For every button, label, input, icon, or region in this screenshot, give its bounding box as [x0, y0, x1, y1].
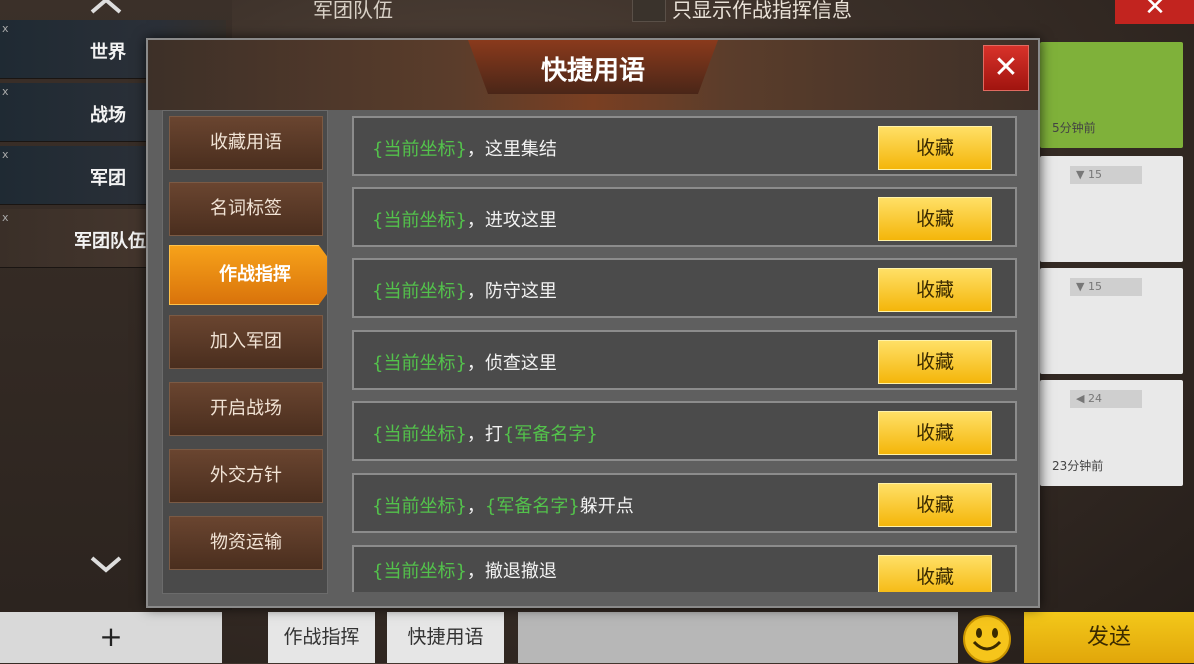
phrase-row[interactable]: {当前坐标}，进攻这里 收藏: [352, 187, 1017, 247]
phrase-text: {当前坐标}，这里集结: [372, 139, 557, 160]
message-badge: ▼ 15: [1070, 166, 1142, 184]
close-icon[interactable]: ✕: [1115, 0, 1194, 24]
message-card[interactable]: ▼ 15: [1040, 268, 1183, 374]
chevron-up-icon[interactable]: [86, 0, 126, 18]
phrase-row[interactable]: {当前坐标}，打{军备名字} 收藏: [352, 401, 1017, 461]
chat-input[interactable]: [518, 612, 958, 663]
dialog-header: 快捷用语 ✕: [148, 40, 1038, 110]
favorite-button[interactable]: 收藏: [878, 268, 992, 312]
message-card[interactable]: ◀ 24 23分钟前: [1040, 380, 1183, 486]
phrase-row[interactable]: {当前坐标}，{军备名字}躲开点 收藏: [352, 473, 1017, 533]
favorite-button[interactable]: 收藏: [878, 483, 992, 527]
message-time: 23分钟前: [1052, 459, 1104, 473]
send-button[interactable]: 发送: [1024, 612, 1194, 663]
favorite-button[interactable]: 收藏: [878, 411, 992, 455]
channel-label: 军团: [90, 168, 126, 189]
category-diplomacy[interactable]: 外交方针: [169, 449, 323, 503]
favorite-button[interactable]: 收藏: [878, 555, 992, 592]
phrase-text: {当前坐标}，打{军备名字}: [372, 424, 598, 445]
favorite-button[interactable]: 收藏: [878, 126, 992, 170]
phrase-row[interactable]: {当前坐标}，撤退撤退 收藏: [352, 545, 1017, 592]
dialog-title: 快捷用语: [540, 56, 645, 86]
message-badge: ◀ 24: [1070, 390, 1142, 408]
filter-checkbox[interactable]: [632, 0, 666, 22]
phrase-row[interactable]: {当前坐标}，侦查这里 收藏: [352, 330, 1017, 390]
category-noun-tags[interactable]: 名词标签: [169, 182, 323, 236]
phrase-text: {当前坐标}，防守这里: [372, 281, 557, 302]
top-channel-title: 军团队伍: [313, 0, 393, 22]
chevron-down-icon[interactable]: [86, 552, 126, 576]
category-favorites[interactable]: 收藏用语: [169, 116, 323, 170]
category-list: 收藏用语 名词标签 作战指挥 加入军团 开启战场 外交方针 物资运输: [162, 110, 328, 594]
category-battle-command[interactable]: 作战指挥: [169, 245, 327, 305]
phrase-text: {当前坐标}，{军备名字}躲开点: [372, 496, 634, 517]
tab-quick-phrases[interactable]: 快捷用语: [387, 612, 504, 663]
channel-label: 战场: [90, 105, 126, 126]
message-badge: ▼ 15: [1070, 278, 1142, 296]
category-open-battlefield[interactable]: 开启战场: [169, 382, 323, 436]
category-join-legion[interactable]: 加入军团: [169, 315, 323, 369]
category-supply-transport[interactable]: 物资运输: [169, 516, 323, 570]
phrase-row[interactable]: {当前坐标}，防守这里 收藏: [352, 258, 1017, 318]
channel-label: 世界: [90, 42, 126, 63]
phrase-list: {当前坐标}，这里集结 收藏 {当前坐标}，进攻这里 收藏 {当前坐标}，防守这…: [338, 110, 1028, 592]
add-button[interactable]: +: [0, 612, 222, 663]
phrase-text: {当前坐标}，撤退撤退: [372, 561, 557, 582]
filter-label: 只显示作战指挥信息: [672, 0, 852, 22]
emoji-icon[interactable]: [962, 614, 1012, 664]
favorite-button[interactable]: 收藏: [878, 340, 992, 384]
message-card[interactable]: 5分钟前: [1040, 42, 1183, 148]
message-card[interactable]: ▼ 15: [1040, 156, 1183, 262]
phrase-text: {当前坐标}，进攻这里: [372, 210, 557, 231]
favorite-button[interactable]: 收藏: [878, 197, 992, 241]
quick-phrases-dialog: 快捷用语 ✕ 收藏用语 名词标签 作战指挥 加入军团 开启战场 外交方针 物资运…: [146, 38, 1040, 608]
phrase-text: {当前坐标}，侦查这里: [372, 353, 557, 374]
tab-battle-command[interactable]: 作战指挥: [268, 612, 375, 663]
phrase-row[interactable]: {当前坐标}，这里集结 收藏: [352, 116, 1017, 176]
channel-label: 军团队伍: [74, 231, 146, 252]
close-button[interactable]: ✕: [983, 45, 1029, 91]
message-time: 5分钟前: [1052, 121, 1096, 135]
